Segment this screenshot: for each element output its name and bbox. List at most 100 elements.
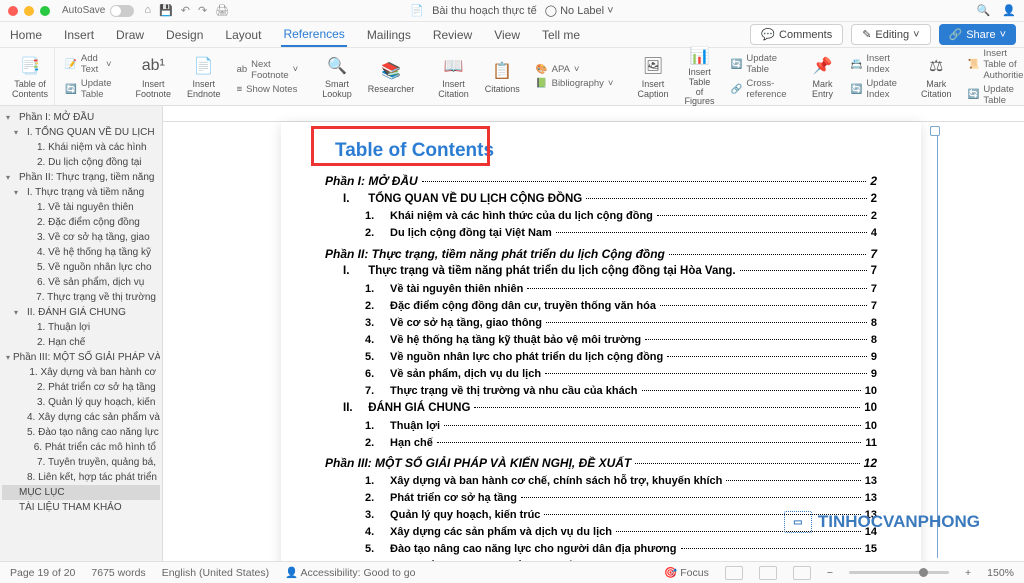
tab-tell-me[interactable]: Tell me [540, 24, 582, 46]
toc-entry[interactable]: 3. Về cơ sở hạ tầng, giao thông8 [365, 315, 877, 332]
nav-item[interactable]: 2. Đặc điểm cộng đồng [2, 215, 160, 230]
nav-item[interactable]: 7. Tuyên truyền, quảng bá, [2, 455, 160, 470]
update-table-button[interactable]: 🔄 Update Table [65, 78, 111, 100]
toc-entry[interactable]: 5. Về nguồn nhân lực cho phát triển du l… [365, 349, 877, 366]
save-icon[interactable]: 💾 [159, 4, 173, 17]
nav-item[interactable]: 6. Phát triển các mô hình tổ [2, 440, 160, 455]
accessibility-status[interactable]: 👤 Accessibility: Good to go [285, 566, 415, 579]
nav-item[interactable]: 3. Quản lý quy hoạch, kiến [2, 395, 160, 410]
share-button[interactable]: 🔗 Share ˅ [939, 24, 1017, 45]
toc-entry[interactable]: 4. Về hệ thống hạ tầng kỹ thuật bảo vệ m… [365, 332, 877, 349]
toc-entry[interactable]: 1. Xây dựng và ban hành cơ chế, chính sá… [365, 473, 877, 490]
toc-entry[interactable]: II. ĐÁNH GIÁ CHUNG10 [343, 400, 877, 418]
nav-item[interactable]: ▾Phần II: Thực trạng, tiềm năng [2, 170, 160, 185]
web-layout-icon[interactable] [793, 566, 811, 580]
document-title[interactable]: Bài thu hoạch thực tế [432, 5, 537, 17]
insert-citation-button[interactable]: 📖Insert Citation [432, 48, 475, 105]
search-icon[interactable]: 🔍 [977, 4, 991, 17]
update-table3-button[interactable]: 🔄 Update Table [967, 84, 1024, 106]
document-canvas[interactable]: Table of Contents Phần I: MỞ ĐẦU2I. TỔNG… [163, 106, 1024, 561]
citations-button[interactable]: 📋Citations [479, 48, 526, 105]
comments-button[interactable]: 💬 Comments [750, 24, 843, 45]
focus-mode[interactable]: 🎯 Focus [664, 566, 709, 579]
toc-entry[interactable]: 1. Khái niệm và các hình thức của du lịc… [365, 208, 877, 225]
nav-item[interactable]: 2. Hạn chế [2, 335, 160, 350]
undo-icon[interactable]: ↶ [181, 4, 190, 17]
nav-item[interactable]: MỤC LỤC [2, 485, 160, 500]
next-footnote-button[interactable]: ab Next Footnote ˅ [237, 59, 299, 81]
nav-item[interactable]: 1. Xây dựng và ban hành cơ [2, 365, 160, 380]
insert-caption-button[interactable]: 🖼Insert Caption [631, 48, 674, 105]
insert-endnote-button[interactable]: 📄Insert Endnote [181, 48, 227, 105]
toc-entry[interactable]: 6. Phát triển các mô hình tổ chức quản l… [365, 558, 877, 561]
tab-draw[interactable]: Draw [114, 24, 146, 46]
tab-references[interactable]: References [281, 23, 346, 47]
minimize-window[interactable] [24, 6, 34, 16]
toc-entry[interactable]: 1. Thuận lợi10 [365, 418, 877, 435]
tab-home[interactable]: Home [8, 24, 44, 46]
toc-entry[interactable]: 1. Về tài nguyên thiên nhiên7 [365, 281, 877, 298]
redo-icon[interactable]: ↷ [198, 4, 207, 17]
nav-item[interactable]: 2. Phát triển cơ sở hạ tầng [2, 380, 160, 395]
nav-item[interactable]: 1. Về tài nguyên thiên [2, 200, 160, 215]
tab-layout[interactable]: Layout [223, 24, 263, 46]
zoom-slider[interactable] [849, 571, 949, 574]
toc-entry[interactable]: 2. Đặc điểm cộng đồng dân cư, truyền thố… [365, 298, 877, 315]
language-indicator[interactable]: English (United States) [162, 567, 269, 579]
insert-tof-button[interactable]: 📊Insert Table of Figures [678, 48, 720, 105]
nav-item[interactable]: 3. Về cơ sở hạ tầng, giao [2, 230, 160, 245]
citation-style[interactable]: 🎨 APA ˅ [536, 64, 580, 75]
toc-entry[interactable]: I. Thực trạng và tiềm năng phát triển du… [343, 263, 877, 281]
cross-reference-button[interactable]: 🔗 Cross-reference [731, 78, 787, 100]
insert-index-button[interactable]: 📇 Insert Index [850, 53, 896, 75]
toc-entry[interactable]: 6. Về sản phẩm, dịch vụ du lịch9 [365, 366, 877, 383]
toc-entry[interactable]: 2. Hạn chế11 [365, 435, 877, 452]
horizontal-ruler[interactable] [163, 106, 1024, 122]
toc-entry[interactable]: 7. Thực trạng về thị trường và nhu cầu c… [365, 383, 877, 400]
mark-entry-button[interactable]: 📌Mark Entry [804, 48, 840, 105]
sensitivity-label[interactable]: ◯ No Label ˅ [545, 4, 614, 17]
nav-item[interactable]: 2. Du lịch cộng đồng tại [2, 155, 160, 170]
add-text-button[interactable]: 📝 Add Text ˅ [65, 53, 111, 75]
toc-entry[interactable]: 2. Phát triển cơ sở hạ tầng13 [365, 490, 877, 507]
tab-mailings[interactable]: Mailings [365, 24, 413, 46]
print-icon[interactable]: 🖨 [215, 4, 229, 17]
toc-heading[interactable]: Table of Contents [335, 140, 494, 162]
nav-item[interactable]: ▾I. Thực trạng và tiềm năng [2, 185, 160, 200]
home-icon[interactable]: ⌂ [144, 4, 151, 17]
tab-design[interactable]: Design [164, 24, 205, 46]
page-indicator[interactable]: Page 19 of 20 [10, 567, 75, 579]
close-window[interactable] [8, 6, 18, 16]
toc-button[interactable]: 📑Table of Contents [6, 48, 55, 105]
nav-item[interactable]: 1. Khái niệm và các hình [2, 140, 160, 155]
tab-review[interactable]: Review [431, 24, 474, 46]
toc-entry[interactable]: 5. Đào tạo nâng cao năng lực cho người d… [365, 541, 877, 558]
nav-item[interactable]: 8. Liên kết, hợp tác phát triển [2, 470, 160, 485]
autosave-toggle[interactable]: AutoSave [62, 5, 134, 17]
zoom-level[interactable]: 150% [987, 567, 1014, 579]
nav-item[interactable]: 4. Về hệ thống hạ tầng kỹ [2, 245, 160, 260]
toc-entry[interactable]: Phần I: MỞ ĐẦU2 [325, 172, 877, 191]
nav-item[interactable]: 1. Thuận lợi [2, 320, 160, 335]
nav-item[interactable]: ▾Phần I: MỞ ĐẦU [2, 110, 160, 125]
toc-entry[interactable]: I. TỔNG QUAN VỀ DU LỊCH CỘNG ĐỒNG2 [343, 191, 877, 209]
update-index-button[interactable]: 🔄 Update Index [850, 78, 896, 100]
user-icon[interactable]: 👤 [1002, 4, 1016, 17]
nav-item[interactable]: 7. Thực trạng về thị trường [2, 290, 160, 305]
nav-item[interactable]: TÀI LIỆU THAM KHẢO [2, 500, 160, 515]
nav-item[interactable]: ▾Phần III: MỘT SỐ GIẢI PHÁP VÀ [2, 350, 160, 365]
bibliography-button[interactable]: 📗 Bibliography ˅ [536, 78, 614, 89]
toc-entry[interactable]: 2. Du lịch cộng đồng tại Việt Nam4 [365, 225, 877, 242]
zoom-out[interactable]: − [827, 567, 833, 579]
nav-item[interactable]: 4. Xây dựng các sản phẩm và [2, 410, 160, 425]
insert-footnote-button[interactable]: ab¹Insert Footnote [130, 48, 178, 105]
update-table2-button[interactable]: 🔄 Update Table [731, 53, 787, 75]
maximize-window[interactable] [40, 6, 50, 16]
nav-item[interactable]: 6. Về sản phẩm, dịch vụ [2, 275, 160, 290]
print-layout-icon[interactable] [759, 566, 777, 580]
tab-view[interactable]: View [492, 24, 522, 46]
nav-item[interactable]: ▾II. ĐÁNH GIÁ CHUNG [2, 305, 160, 320]
toc-entry[interactable]: Phần III: MỘT SỐ GIẢI PHÁP VÀ KIẾN NGHỊ,… [325, 454, 877, 473]
tab-insert[interactable]: Insert [62, 24, 96, 46]
editing-mode[interactable]: ✎ Editing ˅ [851, 24, 930, 45]
